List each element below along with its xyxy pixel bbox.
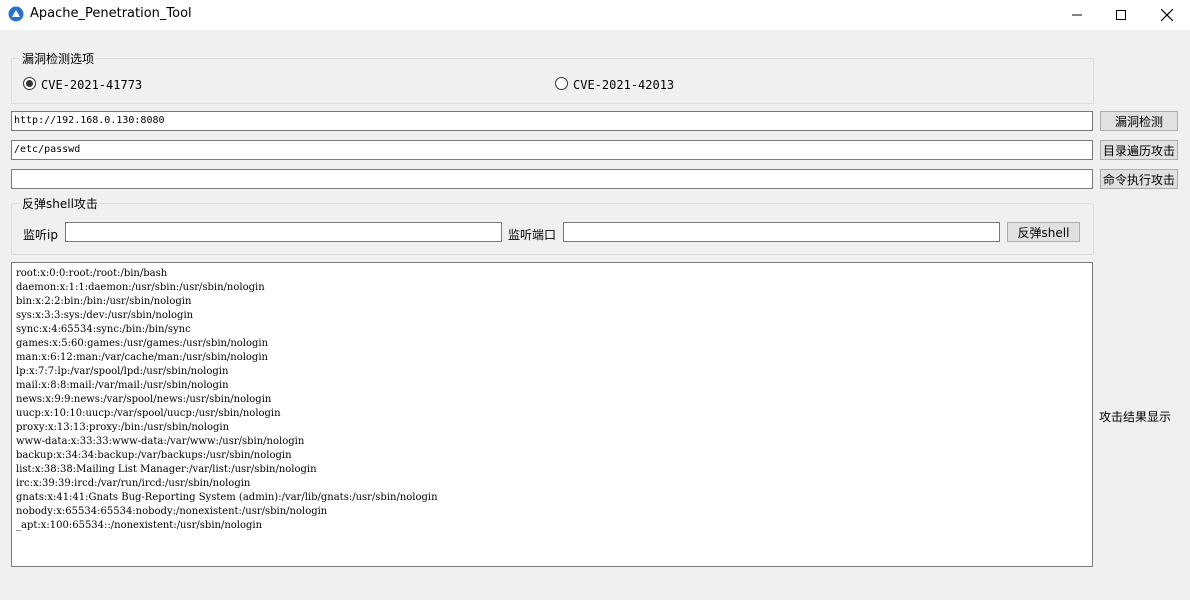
url-input[interactable]: http://192.168.0.130:8080 — [11, 111, 1093, 131]
radio-label-cve-2021-41773: CVE-2021-41773 — [41, 78, 143, 92]
output-line: gnats:x:41:41:Gnats Bug-Reporting System… — [16, 492, 438, 503]
output-line: www-data:x:33:33:www-data:/var/www:/usr/… — [16, 436, 305, 447]
maximize-icon — [1116, 10, 1126, 20]
output-line: lp:x:7:7:lp:/var/spool/lpd:/usr/sbin/nol… — [16, 366, 229, 377]
reverse-shell-button[interactable]: 反弹shell — [1007, 222, 1080, 242]
output-line: games:x:5:60:games:/usr/games:/usr/sbin/… — [16, 338, 269, 349]
path-input[interactable]: /etc/passwd — [11, 140, 1093, 160]
dir-traversal-button[interactable]: 目录遍历攻击 — [1100, 140, 1178, 160]
output-line: backup:x:34:34:backup:/var/backups:/usr/… — [16, 450, 292, 461]
minimize-button[interactable] — [1054, 0, 1100, 30]
output-line: news:x:9:9:news:/var/spool/news:/usr/sbi… — [16, 394, 272, 405]
radio-label-cve-2021-42013: CVE-2021-42013 — [573, 78, 675, 92]
close-icon — [1161, 9, 1173, 21]
listen-ip-label: 监听ip — [23, 228, 58, 242]
output-line: daemon:x:1:1:daemon:/usr/sbin:/usr/sbin/… — [16, 282, 265, 293]
output-line: proxy:x:13:13:proxy:/bin:/usr/sbin/nolog… — [16, 422, 230, 433]
title-bar: Apache_Penetration_Tool — [0, 0, 1190, 30]
reverse-shell-label: 反弹shell攻击 — [20, 195, 100, 212]
output-line: uucp:x:10:10:uucp:/var/spool/uucp:/usr/s… — [16, 408, 281, 419]
output-line: sys:x:3:3:sys:/dev:/usr/sbin/nologin — [16, 310, 194, 321]
command-input[interactable] — [11, 169, 1093, 189]
output-line: mail:x:8:8:mail:/var/mail:/usr/sbin/nolo… — [16, 380, 229, 391]
vuln-options-label: 漏洞检测选项 — [20, 50, 97, 67]
cmd-exec-button[interactable]: 命令执行攻击 — [1100, 169, 1178, 189]
close-button[interactable] — [1144, 0, 1190, 30]
output-line: bin:x:2:2:bin:/bin:/usr/sbin/nologin — [16, 296, 192, 307]
output-line: _apt:x:100:65534::/nonexistent:/usr/sbin… — [16, 520, 263, 531]
output-side-label: 攻击结果显示 — [1099, 410, 1172, 424]
maximize-button[interactable] — [1098, 0, 1144, 30]
listen-ip-input[interactable] — [65, 222, 502, 242]
output-line: nobody:x:65534:65534:nobody:/nonexistent… — [16, 506, 328, 517]
listen-port-label: 监听端口 — [508, 228, 557, 242]
output-line: irc:x:39:39:ircd:/var/run/ircd:/usr/sbin… — [16, 478, 251, 489]
minimize-icon — [1072, 14, 1082, 16]
vuln-check-button[interactable]: 漏洞检测 — [1100, 111, 1178, 131]
app-icon — [8, 6, 24, 22]
output-textarea[interactable]: root:x:0:0:root:/root:/bin/bash daemon:x:… — [11, 262, 1093, 567]
output-line: sync:x:4:65534:sync:/bin:/bin/sync — [16, 324, 191, 335]
output-line: man:x:6:12:man:/var/cache/man:/usr/sbin/… — [16, 352, 268, 363]
radio-cve-2021-41773[interactable] — [23, 77, 36, 90]
listen-port-input[interactable] — [563, 222, 1000, 242]
radio-cve-2021-42013[interactable] — [555, 77, 568, 90]
output-line: list:x:38:38:Mailing List Manager:/var/l… — [16, 464, 317, 475]
window-title: Apache_Penetration_Tool — [30, 6, 192, 21]
vuln-options-group — [11, 58, 1094, 104]
output-line: root:x:0:0:root:/root:/bin/bash — [16, 268, 168, 279]
